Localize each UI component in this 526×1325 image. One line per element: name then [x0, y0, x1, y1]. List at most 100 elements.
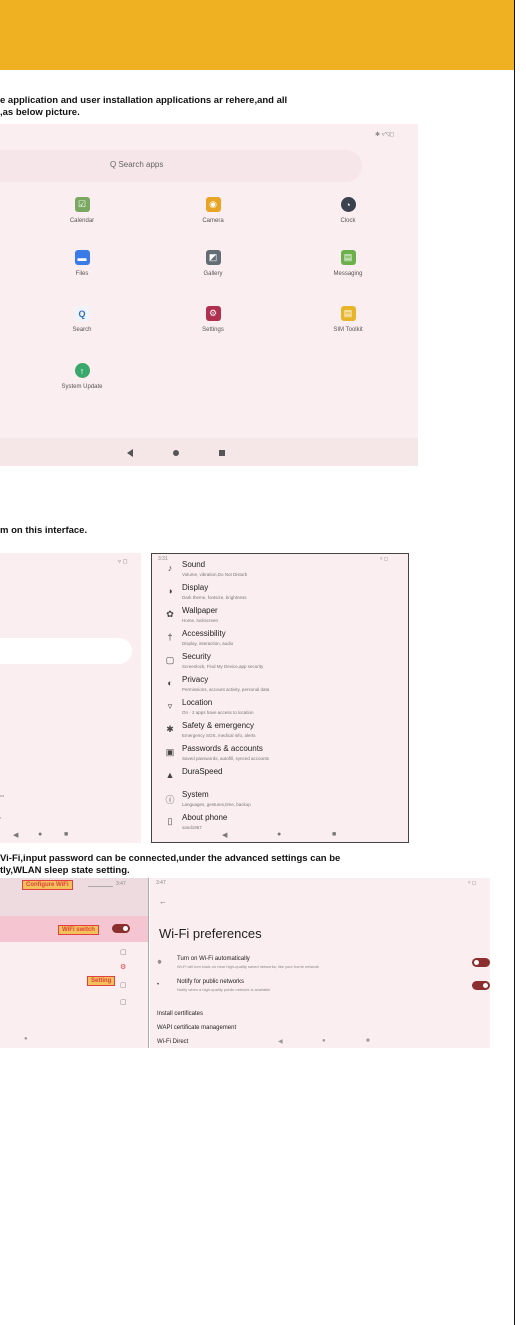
app-messaging[interactable]: ▤ Messaging: [313, 250, 383, 277]
app-label: SIM Toolkit: [333, 327, 363, 333]
app-label: Camera: [202, 218, 224, 224]
wifi-direct-label: Wi-Fi Direct: [157, 1039, 189, 1045]
back-arrow-icon[interactable]: ←: [159, 897, 167, 906]
search-apps-placeholder: Q Search apps: [110, 160, 164, 169]
wifi-toggle[interactable]: [112, 924, 130, 933]
app-label: System Update: [61, 384, 103, 390]
wifi-switch-callout: WiFi switch: [58, 925, 99, 935]
lock-icon: ▢: [120, 982, 127, 989]
app-files[interactable]: ▬ Files: [47, 250, 117, 277]
emergency-icon: ✱: [166, 724, 174, 734]
accessibility-icon: †: [167, 632, 173, 642]
back-icon[interactable]: ◀: [13, 831, 18, 839]
configure-wifi-callout: Configure WiFi: [22, 880, 73, 890]
home-icon[interactable]: ●: [277, 831, 281, 838]
phone-icon: ▯: [167, 816, 173, 826]
settings-item-title: About phone: [182, 813, 228, 822]
app-settings[interactable]: ⚙ Settings: [178, 306, 248, 333]
setting-callout: Setting: [87, 976, 116, 986]
recent-apps-icon[interactable]: ■: [366, 1038, 370, 1044]
app-label: Calendar: [69, 218, 95, 224]
app-clock[interactable]: ◔ Clock: [313, 197, 383, 224]
home-icon[interactable]: [173, 450, 179, 456]
search-apps-bar[interactable]: Q Search apps: [0, 150, 362, 182]
duraspeed-icon: ▲: [165, 770, 175, 780]
status-bar-icons: ✱ ▿◹◻: [375, 132, 395, 138]
app-label: Search: [72, 327, 92, 333]
back-icon[interactable]: ◀: [222, 831, 227, 839]
search-settings-bar[interactable]: [0, 638, 132, 664]
system-update-icon: ↑: [74, 363, 90, 378]
settings-item-subtitle: Screenlock, Find My Device,app security: [182, 664, 264, 669]
settings-item-subtitle: On · 2 apps have access to location: [182, 710, 254, 715]
settings-item-title: Display: [182, 583, 209, 592]
wifi-auto-subtitle: Wi-Fi will turn back on near high-qualit…: [177, 964, 320, 969]
recent-apps-icon[interactable]: [219, 450, 225, 456]
settings-item-title: Privacy: [182, 675, 209, 684]
settings-list-screenshot: 3:31 ▿ ◻ ♪ Sound Volume, vibration,Do No…: [151, 553, 409, 843]
app-search[interactable]: Q Search: [47, 306, 117, 333]
page-title: Wi-Fi preferences: [159, 926, 262, 941]
settings-item-subtitle: Volume, vibration,Do Not Disturb: [182, 572, 248, 577]
page-right-border: [514, 0, 526, 1325]
wifi-auto-icon: ✵: [157, 960, 163, 966]
header-banner: [0, 0, 514, 70]
settings-item-subtitle: Dark theme, fontsize, brightness: [182, 595, 247, 600]
truncated-label: ns: [0, 793, 5, 798]
status-bar-icons: ▿ ◻: [468, 880, 477, 886]
settings-home-screenshot: ▿ ◻ ns r d ◀ ● ■: [0, 553, 141, 843]
status-time: 3:47: [116, 881, 126, 887]
wifi-auto-toggle[interactable]: [472, 958, 490, 967]
app-label: Gallery: [203, 271, 223, 277]
app-sim-toolkit[interactable]: ▤ SIM Toolkit: [313, 306, 383, 333]
wifi-preferences-screenshot: 3:47 ▿ ◻ ← Wi-Fi preferences ✵ Turn on W…: [150, 878, 490, 1048]
location-icon: ▿: [167, 701, 173, 711]
settings-item-title: Location: [182, 698, 213, 707]
notify-title: Notify for public networks: [177, 979, 245, 985]
settings-item-title: DuraSpeed: [182, 767, 223, 776]
paragraph-3-line-1: Vi-Fi,input password can be connected,un…: [0, 853, 341, 864]
app-camera[interactable]: ◉ Camera: [178, 197, 248, 224]
app-system-update[interactable]: ↑ System Update: [47, 363, 117, 390]
privacy-icon: ◐: [167, 678, 173, 688]
gallery-icon: ◩: [205, 250, 221, 265]
wallpaper-icon: ✿: [166, 609, 174, 619]
back-icon[interactable]: [127, 449, 133, 457]
sim-toolkit-icon: ▤: [340, 306, 356, 321]
home-icon[interactable]: ●: [24, 1036, 28, 1042]
notify-subtitle: Notify when a high-quality public networ…: [177, 987, 271, 992]
settings-item-subtitle: Display, interaction, audio: [182, 641, 234, 646]
lock-icon: ▢: [120, 999, 127, 1006]
recent-apps-icon[interactable]: ■: [332, 831, 336, 838]
system-icon: ⓘ: [165, 795, 175, 805]
app-calendar[interactable]: ☑ Calendar: [47, 197, 117, 224]
sound-icon: ♪: [167, 563, 173, 573]
home-icon[interactable]: ●: [322, 1038, 326, 1044]
account-icon: ▣: [165, 747, 175, 757]
home-icon[interactable]: ●: [38, 831, 42, 838]
messaging-icon: ▤: [340, 250, 356, 265]
files-icon: ▬: [74, 250, 90, 265]
gear-icon[interactable]: ⚙: [120, 963, 126, 971]
settings-item-title: Accessibility: [182, 629, 226, 638]
settings-item-title: Sound: [182, 560, 206, 569]
lock-icon: ▢: [120, 949, 127, 956]
search-icon: Q: [74, 306, 90, 321]
paragraph-3-line-2: tly,WLAN sleep state setting.: [0, 865, 130, 876]
settings-item-subtitle: Home, lockscreen: [182, 618, 219, 623]
wifi-settings-screenshot: Configure WiFi 3:47 WiFi switch ⚙ Settin…: [0, 878, 148, 1048]
app-gallery[interactable]: ◩ Gallery: [178, 250, 248, 277]
wifi-direct-row[interactable]: Wi-Fi Direct: [157, 1030, 188, 1048]
settings-icon: ⚙: [205, 306, 221, 321]
truncated-label: r: [0, 815, 2, 820]
app-drawer-screenshot: ✱ ▿◹◻ Q Search apps ☑ Calendar ◉ Camera …: [0, 124, 418, 466]
navigation-bar: [0, 438, 418, 466]
recent-apps-icon[interactable]: ■: [64, 831, 68, 838]
app-label: Messaging: [333, 271, 363, 277]
settings-item-title: Safety & emergency: [182, 721, 255, 730]
notify-toggle[interactable]: [472, 981, 490, 990]
wifi-auto-title: Turn on Wi-Fi automatically: [177, 956, 250, 962]
back-icon[interactable]: ◀: [278, 1038, 283, 1045]
status-time: 3:47: [156, 880, 166, 886]
paragraph-1-line-1: e application and user installation appl…: [0, 95, 288, 106]
